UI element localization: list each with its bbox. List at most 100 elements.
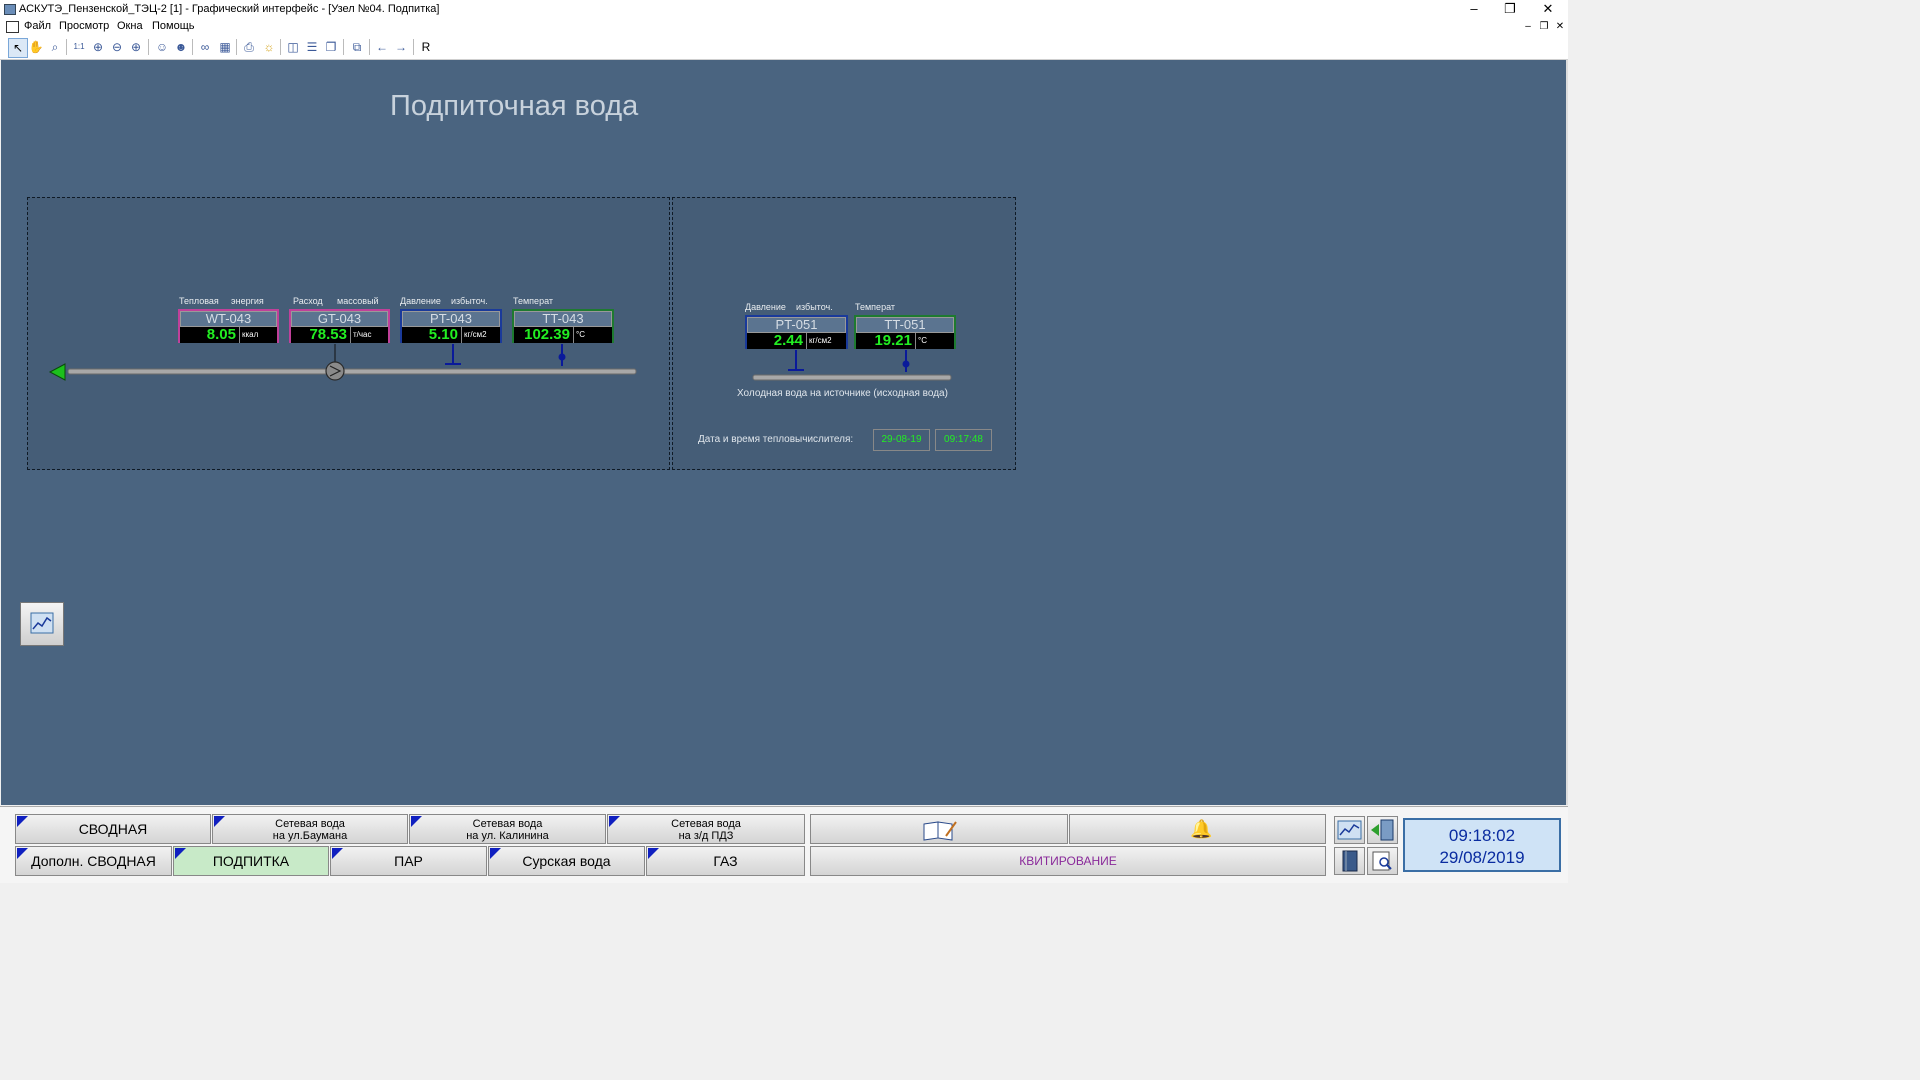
instrument-tag: TT-051: [856, 317, 954, 333]
main-pipe: [67, 368, 637, 375]
hand-icon[interactable]: ✋: [27, 38, 45, 56]
instrument-pt-051[interactable]: PT-051 2.44 кг/см2: [745, 315, 848, 349]
user-icon[interactable]: ☺: [153, 38, 171, 56]
nav-network-pdz[interactable]: Сетевая вода на з/д ПДЗ: [607, 814, 805, 844]
tile-horizontal-icon[interactable]: ☰: [303, 38, 321, 56]
pointer-icon[interactable]: ↖: [8, 38, 28, 58]
print-icon[interactable]: ⎙: [240, 38, 258, 56]
datetime-label: Дата и время тепловычислителя:: [698, 434, 854, 445]
back-arrow-icon[interactable]: ←: [373, 38, 391, 56]
nav-label-line1: Сетевая вода: [472, 818, 543, 830]
menu-view[interactable]: Просмотр: [59, 20, 109, 32]
mdi-minimize-button[interactable]: –: [1521, 21, 1535, 32]
nav-label: СВОДНАЯ: [78, 821, 148, 837]
tile-vertical-icon[interactable]: ◫: [284, 38, 302, 56]
restore-button[interactable]: ❐: [1492, 0, 1528, 18]
instrument-label: массовый: [337, 296, 379, 306]
nav-label: ПАР: [394, 853, 423, 869]
nav-network-baumana[interactable]: Сетевая вода на ул.Баумана: [212, 814, 408, 844]
acknowledge-button[interactable]: КВИТИРОВАНИЕ: [810, 846, 1326, 876]
calculator-icon[interactable]: ▦: [216, 38, 234, 56]
r-button[interactable]: R: [417, 38, 435, 56]
instrument-gt-043[interactable]: GT-043 78.53 т/час: [289, 309, 390, 343]
instrument-tag: WT-043: [180, 311, 277, 327]
instrument-label: Тепловая: [179, 296, 219, 306]
instrument-tt-051[interactable]: TT-051 19.21 °C: [854, 315, 956, 349]
toolbar-separator: [280, 39, 281, 55]
menu-windows[interactable]: Окна: [117, 20, 143, 32]
chart-icon: [1337, 820, 1362, 840]
alarm-bell-button[interactable]: 🔔: [1069, 814, 1326, 844]
instrument-label: Расход: [293, 296, 323, 306]
journal-button[interactable]: [810, 814, 1068, 844]
users-icon[interactable]: ☻: [172, 38, 190, 56]
book-icon: [1342, 850, 1358, 872]
nav-label: ПОДПИТКА: [212, 853, 290, 869]
window-title: АСКУТЭ_Пензенской_ТЭЦ-2 [1] - Графически…: [19, 3, 440, 15]
instrument-wt-043[interactable]: WT-043 8.05 ккал: [178, 309, 279, 343]
chart-icon: [30, 612, 54, 634]
nav-network-kalinina[interactable]: Сетевая вода на ул. Калинина: [409, 814, 606, 844]
nav-label-line1: Сетевая вода: [671, 818, 741, 830]
instrument-tt-043[interactable]: TT-043 102.39 °C: [512, 309, 614, 343]
menu-file[interactable]: Файл: [24, 20, 51, 32]
trends-tool-button[interactable]: [1334, 816, 1365, 844]
nav-makeup-active[interactable]: ПОДПИТКА: [173, 846, 329, 876]
cascade-icon[interactable]: ❐: [322, 38, 340, 56]
zoom-in-icon[interactable]: ⊕: [127, 38, 145, 56]
nav-sura-water[interactable]: Сурская вода: [488, 846, 645, 876]
left-pipe-schematic: [48, 344, 637, 381]
toolbar-separator: [148, 39, 149, 55]
close-button[interactable]: ✕: [1530, 0, 1566, 18]
binoculars-icon[interactable]: ∞: [196, 38, 214, 56]
instrument-label: Давление: [745, 302, 786, 312]
book-tool-button[interactable]: [1334, 847, 1365, 875]
instrument-label: энергия: [231, 296, 264, 306]
right-edge: [1566, 60, 1568, 805]
flow-direction-arrow: [48, 363, 66, 381]
nav-label-line2: на ул.Баумана: [272, 830, 348, 842]
instrument-label: избыточ.: [796, 302, 833, 312]
bulb-icon[interactable]: ☼: [260, 38, 278, 56]
nav-gas[interactable]: ГАЗ: [646, 846, 805, 876]
nav-label-line2: на з/д ПДЗ: [678, 830, 734, 842]
menu-help[interactable]: Помощь: [152, 20, 195, 32]
instrument-label: Давление: [400, 296, 441, 306]
magnifier-icon[interactable]: ⌕: [46, 38, 64, 56]
instrument-tag: PT-043: [402, 311, 500, 327]
window-switch-icon[interactable]: ⧉: [348, 38, 366, 56]
doc-menu-icon[interactable]: [6, 21, 19, 33]
toolbar-separator: [192, 39, 193, 55]
nav-label-line2: на ул. Калинина: [466, 830, 549, 842]
zoom-out-icon[interactable]: ⊖: [108, 38, 126, 56]
mdi-close-button[interactable]: ✕: [1553, 21, 1567, 32]
clock-date: 29/08/2019: [1439, 848, 1525, 867]
zoom-fit-icon[interactable]: ⊕: [89, 38, 107, 56]
pipe-caption: Холодная вода на источнике (исходная вод…: [737, 388, 948, 399]
bell-icon: 🔔: [1190, 819, 1213, 839]
toolbar: ↖ ✋ ⌕ 1:1 ⊕ ⊖ ⊕ ☺ ☻ ∞ ▦ ⎙ ☼ ◫ ☰ ❐ ⧉ ← → …: [0, 35, 1568, 60]
exit-door-icon: [1371, 819, 1394, 841]
forward-arrow-icon[interactable]: →: [392, 38, 410, 56]
clock-display: 09:18:02 29/08/2019: [1403, 818, 1561, 872]
instrument-pt-043[interactable]: PT-043 5.10 кг/см2: [400, 309, 502, 343]
toolbar-separator: [369, 39, 370, 55]
nav-extra-summary[interactable]: Дополн. СВОДНАЯ: [15, 846, 172, 876]
trend-button[interactable]: [20, 602, 64, 646]
instrument-label: избыточ.: [451, 296, 488, 306]
zoom-actual-icon[interactable]: 1:1: [70, 38, 88, 56]
nav-summary[interactable]: СВОДНАЯ: [15, 814, 211, 844]
nav-label-line1: Сетевая вода: [275, 818, 345, 830]
minimize-button[interactable]: –: [1456, 0, 1492, 18]
nav-steam[interactable]: ПАР: [330, 846, 487, 876]
toolbar-separator: [413, 39, 414, 55]
instrument-tag: PT-051: [747, 317, 846, 333]
exit-tool-button[interactable]: [1367, 816, 1398, 844]
title-bar: АСКУТЭ_Пензенской_ТЭЦ-2 [1] - Графически…: [0, 0, 1568, 18]
toolbar-separator: [236, 39, 237, 55]
preview-tool-button[interactable]: [1367, 847, 1398, 875]
right-pipe-schematic: [752, 350, 952, 381]
mdi-restore-button[interactable]: ❐: [1537, 21, 1551, 32]
app-icon: [4, 4, 16, 15]
controller-time: 09:17:48: [935, 429, 992, 451]
